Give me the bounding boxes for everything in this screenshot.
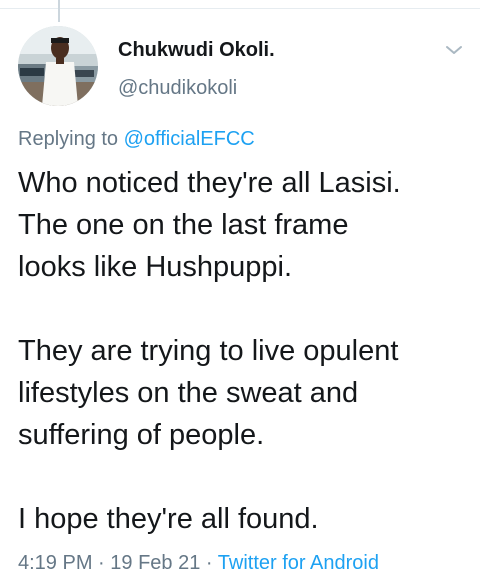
tweet-metadata: 4:19 PM · 19 Feb 21 · Twitter for Androi… xyxy=(18,550,379,576)
replying-to-label: Replying to xyxy=(18,128,119,150)
tweet-paragraph: Who noticed they're all Lasisi. The one … xyxy=(18,167,401,283)
tweet-time[interactable]: 4:19 PM xyxy=(18,552,92,574)
thread-connector-line xyxy=(58,0,60,22)
user-handle[interactable]: @chudikokoli xyxy=(118,76,440,100)
tweet-source-link[interactable]: Twitter for Android xyxy=(218,552,379,574)
replying-to-line: Replying to @officialEFCC xyxy=(18,126,255,152)
tweet-paragraph: They are trying to live opulent lifestyl… xyxy=(18,335,399,451)
avatar[interactable] xyxy=(18,26,98,106)
tweet-paragraph: I hope they're all found. xyxy=(18,503,319,535)
chevron-down-icon[interactable] xyxy=(444,40,464,60)
meta-separator: · xyxy=(205,552,213,574)
tweet-header: Chukwudi Okoli. @chudikokoli xyxy=(118,38,440,100)
profile-photo xyxy=(18,26,98,106)
top-divider xyxy=(0,8,480,9)
tweet-date[interactable]: 19 Feb 21 xyxy=(110,552,200,574)
display-name[interactable]: Chukwudi Okoli. xyxy=(118,38,440,62)
meta-separator: · xyxy=(98,552,105,574)
tweet-text: Who noticed they're all Lasisi. The one … xyxy=(18,162,474,540)
reply-mention-link[interactable]: @officialEFCC xyxy=(124,128,255,150)
